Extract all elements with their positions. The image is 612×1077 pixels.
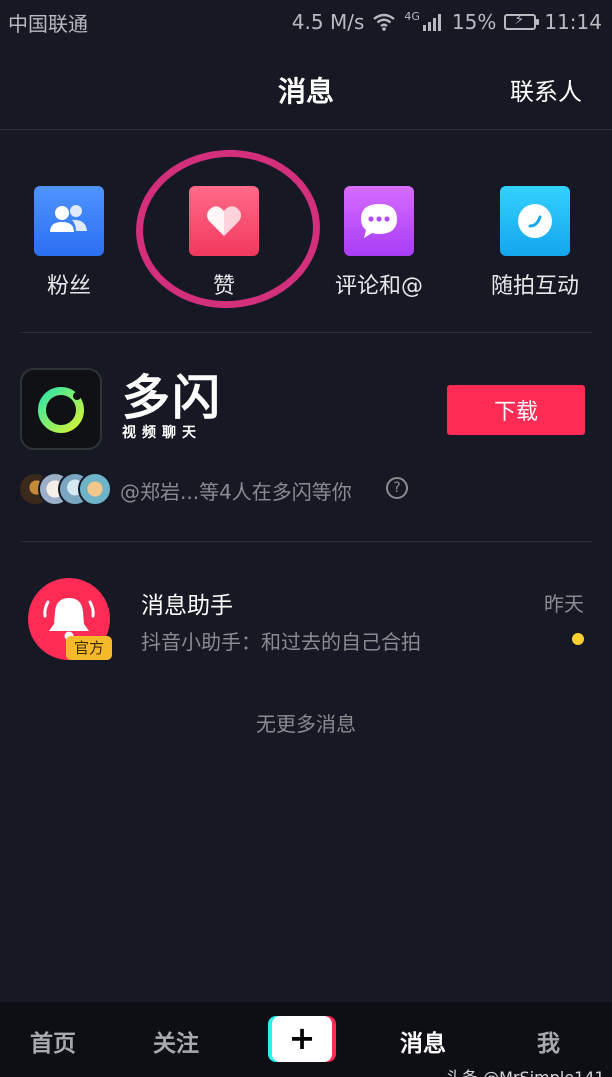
fans-entry[interactable]: 粉丝 <box>14 184 124 300</box>
no-more-messages: 无更多消息 <box>256 712 356 736</box>
status-indicators: 4.5 M/s 4G 15% ⚡ 11:14 <box>291 9 602 35</box>
tab-me[interactable]: 我 <box>537 1024 560 1058</box>
tab-follow[interactable]: 关注 <box>153 1024 199 1058</box>
divider <box>20 541 592 542</box>
invite-text: @郑岩...等4人在多闪等你 <box>120 480 352 504</box>
status-bar: 中国联通 4.5 M/s 4G 15% ⚡ 11:14 <box>0 0 612 44</box>
duoshan-brand: 多闪 视频聊天 <box>122 370 222 442</box>
duoshan-brand-name: 多闪 <box>122 370 223 426</box>
tab-messages[interactable]: 消息 <box>400 1024 446 1058</box>
interaction-label: 随拍互动 <box>490 274 579 299</box>
battery-percent: 15% <box>451 10 497 34</box>
header: 消息 联系人 <box>0 44 612 130</box>
download-button[interactable]: 下载 <box>447 385 585 435</box>
comment-icon <box>344 186 414 256</box>
clock: 11:14 <box>544 10 602 34</box>
divider <box>20 332 592 333</box>
contacts-button[interactable]: 联系人 <box>510 72 582 107</box>
fans-icon <box>34 186 104 256</box>
watermark: 头条 @MrSimple141 <box>446 1064 605 1077</box>
wifi-icon <box>373 13 396 31</box>
signal-icon <box>422 14 441 31</box>
avatar <box>78 472 112 506</box>
fans-label: 粉丝 <box>46 274 91 299</box>
comments-entry[interactable]: 评论和@ <box>324 184 434 300</box>
tab-home[interactable]: 首页 <box>30 1024 76 1058</box>
list-item[interactable]: 官方 消息助手 昨天 抖音小助手：和过去的自己合拍 <box>0 570 612 670</box>
add-video-button[interactable]: + <box>268 1016 336 1062</box>
help-icon[interactable]: ? <box>386 477 408 499</box>
messages-screen: 中国联通 4.5 M/s 4G 15% ⚡ 11:14 消息 联系人 粉丝 赞 … <box>0 0 612 1077</box>
plus-icon: + <box>272 1016 332 1062</box>
carrier-label: 中国联通 <box>8 11 88 36</box>
message-time: 昨天 <box>544 592 584 616</box>
message-preview: 抖音小助手：和过去的自己合拍 <box>141 630 421 654</box>
duoshan-app-icon[interactable] <box>20 368 102 450</box>
net-speed: 4.5 M/s <box>291 10 365 34</box>
battery-icon: ⚡ <box>504 12 540 30</box>
unread-dot <box>572 633 584 645</box>
interaction-icon <box>500 186 570 256</box>
friend-avatars <box>18 472 112 508</box>
interaction-entry[interactable]: 随拍互动 <box>480 184 590 300</box>
official-badge: 官方 <box>66 636 112 660</box>
network-type: 4G <box>404 9 420 23</box>
comments-label: 评论和@ <box>334 274 423 299</box>
message-sender: 消息助手 <box>141 593 233 619</box>
